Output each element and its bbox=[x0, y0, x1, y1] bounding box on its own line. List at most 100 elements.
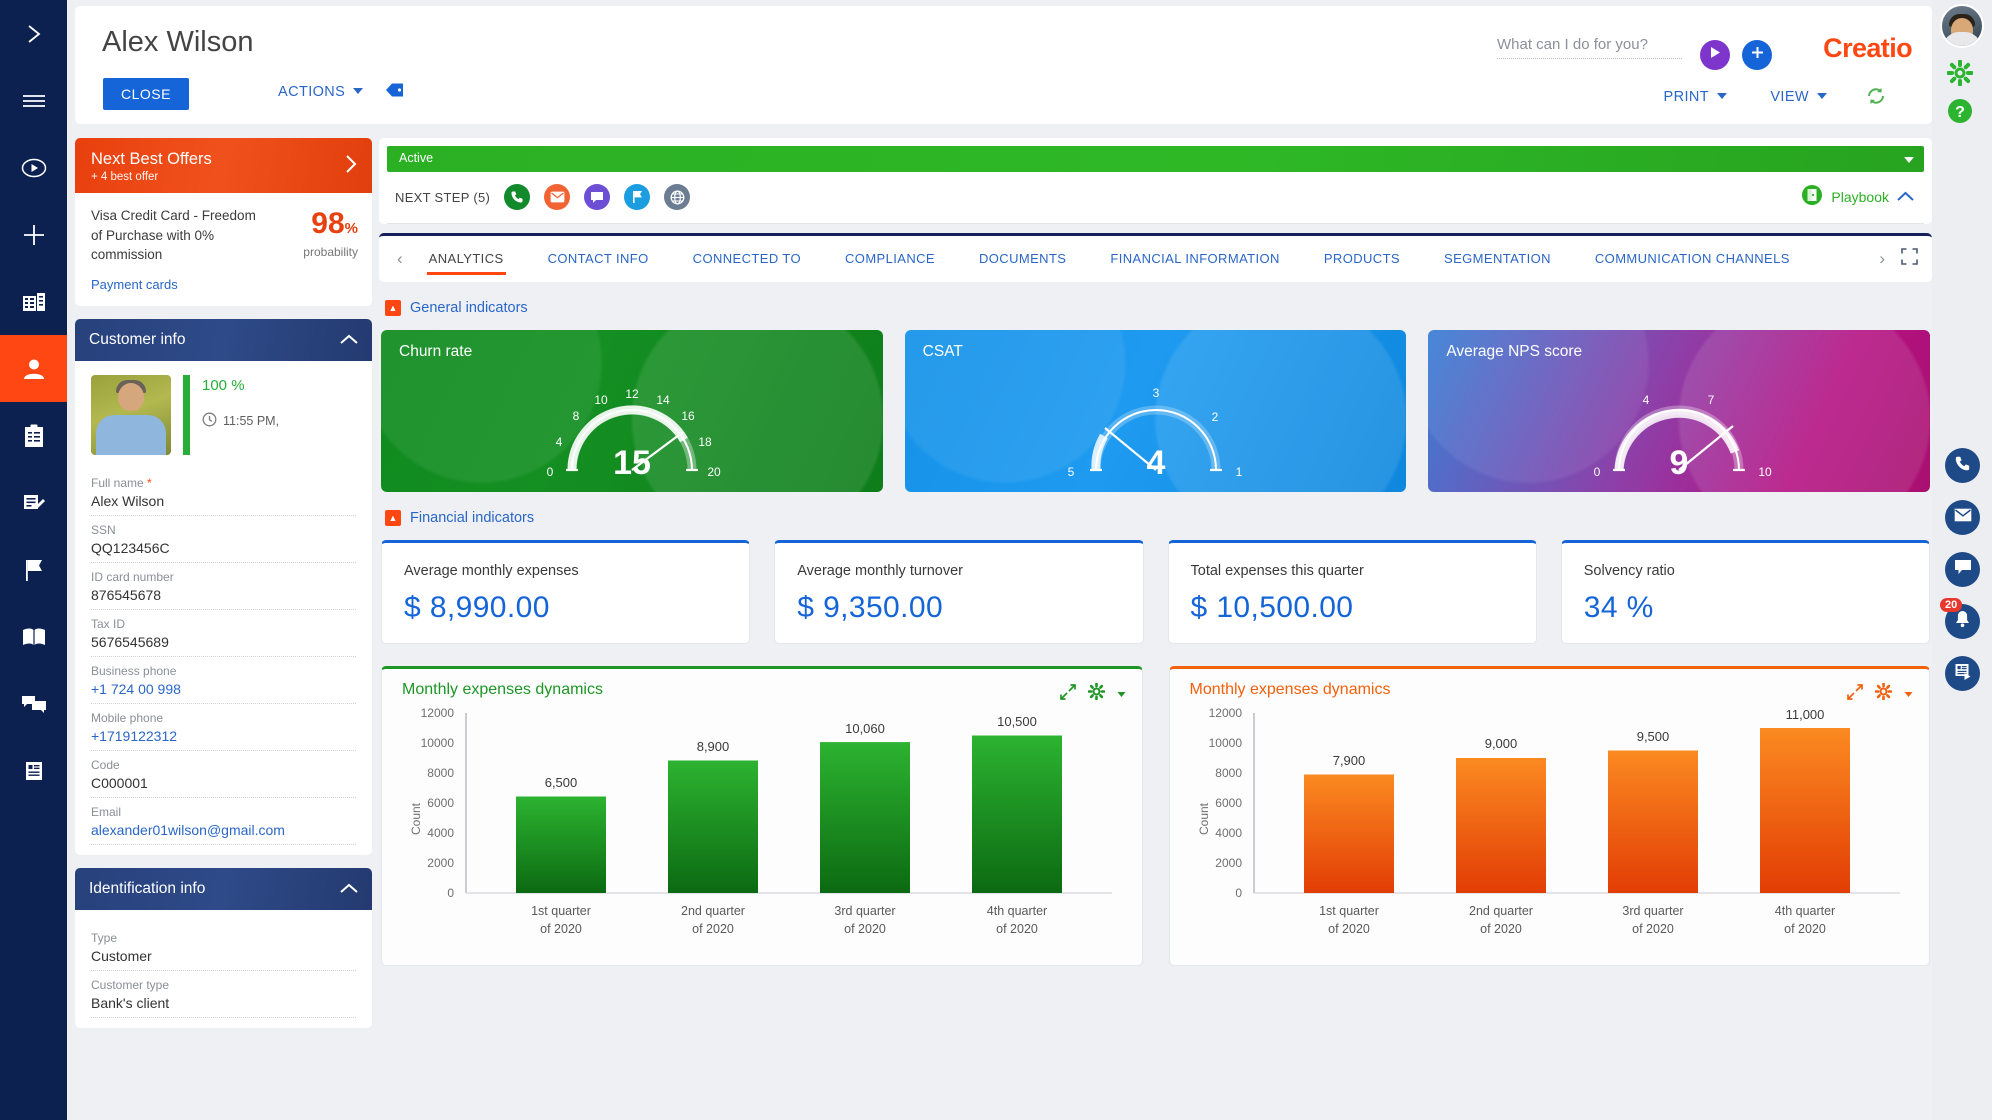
caret-down-icon[interactable] bbox=[1904, 157, 1914, 163]
bar[interactable] bbox=[668, 760, 758, 894]
field-label: SSN bbox=[91, 522, 116, 537]
card-total-expenses-this-quarter[interactable]: Total expenses this quarter $ 10,500.00 bbox=[1167, 540, 1537, 644]
tab-compliance[interactable]: COMPLIANCE bbox=[845, 236, 935, 282]
field-id-card-number[interactable]: ID card number 876545678 bbox=[91, 563, 356, 610]
field-code[interactable]: Code C000001 bbox=[91, 751, 356, 798]
bar[interactable] bbox=[820, 742, 910, 893]
gear-icon[interactable] bbox=[1946, 59, 1974, 91]
gauge-card-nps[interactable]: Average NPS score 0 4 7 10 9 bbox=[1428, 330, 1931, 492]
call-button[interactable] bbox=[1945, 448, 1980, 483]
tab-contact-info[interactable]: CONTACT INFO bbox=[548, 236, 649, 282]
refresh-button[interactable] bbox=[1865, 86, 1887, 111]
user-avatar[interactable] bbox=[1940, 4, 1984, 48]
fullscreen-icon[interactable] bbox=[1901, 248, 1918, 270]
sidebar-item-knowledge-base[interactable] bbox=[0, 603, 67, 670]
card-solvency-ratio[interactable]: Solvency ratio 34 % bbox=[1560, 540, 1930, 644]
bar[interactable] bbox=[972, 735, 1062, 894]
gauge-card-csat[interactable]: CSAT 5 3 2 1 4 bbox=[904, 330, 1407, 492]
quick-add-button[interactable] bbox=[1742, 40, 1772, 70]
collapse-caret-icon[interactable]: ▲ bbox=[385, 300, 401, 316]
close-button[interactable]: CLOSE bbox=[103, 78, 189, 110]
tabs-prev-button[interactable]: ‹ bbox=[393, 249, 407, 269]
sidebar-item-activities[interactable] bbox=[0, 402, 67, 469]
sidebar-run-process-button[interactable] bbox=[0, 134, 67, 201]
sidebar-item-requests[interactable] bbox=[0, 469, 67, 536]
field-type[interactable]: Type Customer bbox=[91, 924, 356, 971]
customer-meta: 100 % 11:55 PM, bbox=[202, 375, 279, 455]
sidebar-item-reports[interactable] bbox=[0, 737, 67, 804]
chevron-up-icon[interactable] bbox=[340, 881, 358, 899]
avatar[interactable] bbox=[91, 374, 171, 455]
globe-step-icon[interactable] bbox=[664, 184, 691, 210]
customer-info-header[interactable]: Customer info bbox=[75, 318, 372, 361]
field-value[interactable]: +1719122312 bbox=[91, 728, 356, 744]
sidebar-menu-button[interactable] bbox=[0, 67, 67, 134]
field-mobile-phone[interactable]: Mobile phone +1719122312 bbox=[91, 704, 356, 751]
tab-connected-to[interactable]: CONNECTED TO bbox=[693, 236, 801, 282]
chart-title: Monthly expenses dynamics bbox=[402, 681, 603, 698]
field-tax-id[interactable]: Tax ID 5676545689 bbox=[91, 610, 356, 657]
bar[interactable] bbox=[1759, 728, 1850, 893]
bar[interactable] bbox=[1303, 774, 1394, 894]
email-button[interactable] bbox=[1945, 500, 1980, 535]
tab-communication-channels[interactable]: COMMUNICATION CHANNELS bbox=[1595, 236, 1790, 282]
run-command-button[interactable] bbox=[1700, 40, 1730, 70]
email-step-icon[interactable] bbox=[544, 184, 571, 210]
flag-step-icon[interactable] bbox=[624, 184, 651, 210]
collapse-caret-icon[interactable]: ▲ bbox=[385, 510, 401, 526]
chevron-down-icon bbox=[353, 88, 364, 94]
help-circle-icon[interactable]: ? bbox=[1947, 98, 1973, 129]
chart-card-monthly-expenses-green[interactable]: Monthly expenses dynamics 12000 10000 80… bbox=[381, 666, 1143, 966]
offer-category-link[interactable]: Payment cards bbox=[91, 277, 356, 292]
tag-icon[interactable] bbox=[385, 82, 405, 103]
tab-analytics[interactable]: ANALYTICS bbox=[426, 236, 506, 282]
actions-menu[interactable]: ACTIONS bbox=[278, 84, 364, 100]
tab-segmentation[interactable]: SEGMENTATION bbox=[1444, 236, 1551, 282]
financial-indicator-cards: Average monthly expenses $ 8,990.00 Aver… bbox=[381, 540, 1930, 644]
bar[interactable] bbox=[516, 796, 606, 894]
chat-button[interactable] bbox=[1945, 552, 1980, 587]
message-step-icon[interactable] bbox=[584, 184, 611, 210]
field-value[interactable]: +1 724 00 998 bbox=[91, 681, 356, 697]
field-value[interactable]: alexander01wilson@gmail.com bbox=[91, 822, 356, 838]
view-menu[interactable]: VIEW bbox=[1770, 89, 1827, 105]
playbook-toggle[interactable]: Playbook bbox=[1801, 184, 1914, 209]
chevron-up-icon[interactable] bbox=[340, 332, 358, 350]
field-full-name[interactable]: Full name * Alex Wilson bbox=[91, 469, 356, 516]
y-tick: 10000 bbox=[1208, 736, 1242, 750]
identification-info-header[interactable]: Identification info bbox=[75, 867, 372, 910]
card-value: $ 9,350.00 bbox=[797, 591, 944, 624]
bar[interactable] bbox=[1607, 750, 1698, 894]
status-badge[interactable]: Active bbox=[387, 146, 1924, 172]
chevron-up-icon[interactable] bbox=[1897, 189, 1914, 205]
actions-label: ACTIONS bbox=[278, 84, 346, 100]
bar[interactable] bbox=[1455, 758, 1546, 893]
sidebar-item-leads[interactable] bbox=[0, 536, 67, 603]
card-average-monthly-turnover[interactable]: Average monthly turnover $ 9,350.00 bbox=[774, 540, 1144, 644]
phone-step-icon[interactable] bbox=[504, 184, 531, 210]
gauge-tick-14: 14 bbox=[656, 393, 670, 407]
card-average-monthly-expenses[interactable]: Average monthly expenses $ 8,990.00 bbox=[381, 540, 751, 644]
chevron-right-icon[interactable] bbox=[345, 154, 358, 179]
tabs-next-button[interactable]: › bbox=[1875, 249, 1889, 269]
churn-rate-gauge: 0 4 8 10 12 14 16 18 20 15 bbox=[546, 387, 720, 482]
feed-button[interactable] bbox=[1945, 656, 1980, 691]
field-business-phone[interactable]: Business phone +1 724 00 998 bbox=[91, 657, 356, 704]
tab-products[interactable]: PRODUCTS bbox=[1324, 236, 1400, 282]
sidebar-item-contacts[interactable] bbox=[0, 335, 67, 402]
next-best-offers-header[interactable]: Next Best Offers + 4 best offer bbox=[75, 138, 372, 193]
flag-icon bbox=[23, 558, 45, 582]
tab-documents[interactable]: DOCUMENTS bbox=[979, 236, 1066, 282]
sidebar-item-feed[interactable] bbox=[0, 670, 67, 737]
sidebar-expand-button[interactable] bbox=[0, 0, 67, 67]
gauge-card-churn-rate[interactable]: Churn rate 0 4 8 10 12 14 16 18 20 15 bbox=[381, 330, 883, 492]
field-email[interactable]: Email alexander01wilson@gmail.com bbox=[91, 798, 356, 845]
field-ssn[interactable]: SSN QQ123456C bbox=[91, 516, 356, 563]
sidebar-add-button[interactable] bbox=[0, 201, 67, 268]
search-input[interactable] bbox=[1497, 36, 1682, 59]
sidebar-item-accounts[interactable] bbox=[0, 268, 67, 335]
tab-financial-information[interactable]: FINANCIAL INFORMATION bbox=[1110, 236, 1279, 282]
field-customer-type[interactable]: Customer type Bank's client bbox=[91, 971, 356, 1018]
chart-card-monthly-expenses-orange[interactable]: Monthly expenses dynamics 12000 10000 80… bbox=[1168, 666, 1930, 966]
print-menu[interactable]: PRINT bbox=[1664, 89, 1727, 105]
